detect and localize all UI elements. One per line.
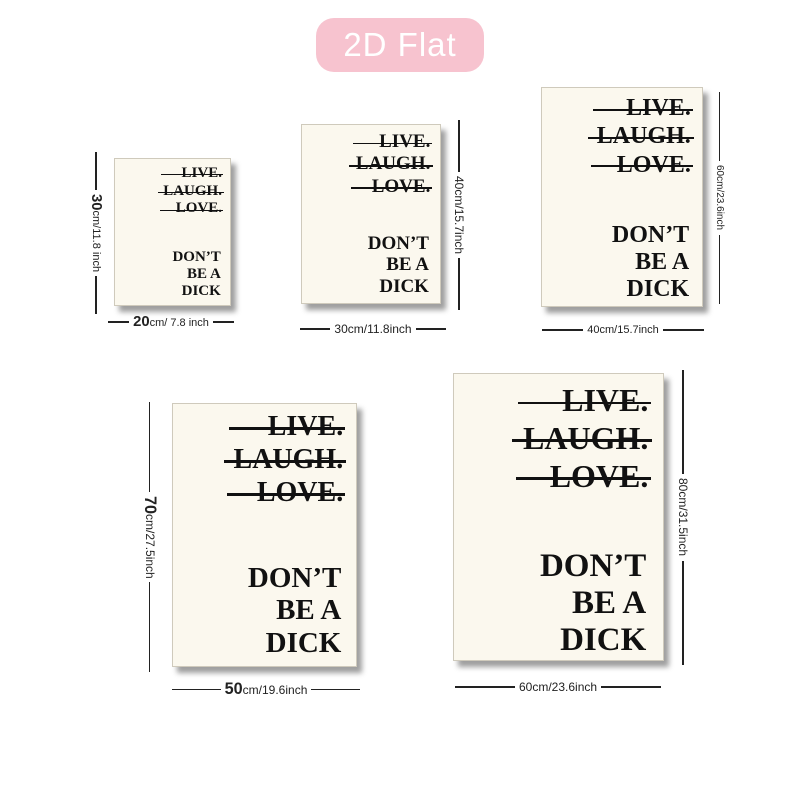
width-unit: cm/ <box>242 683 262 697</box>
tagline-line-3: DICK <box>265 626 342 659</box>
tagline-line-3: DICK <box>626 275 690 302</box>
height-inch-value: 15.7inch <box>452 208 466 255</box>
tagline-line-2: BE A <box>635 248 690 275</box>
strike-text: LIVE. LAUGH. LOVE. <box>157 165 224 218</box>
tagline-line-2: BE A <box>187 265 221 282</box>
strike-text: LIVE. LAUGH. LOVE. <box>223 410 347 509</box>
tagline: DON’T BE A DICK <box>172 249 220 299</box>
strike-line-love: LOVE. <box>159 200 223 218</box>
tagline: DON’T BE A DICK <box>248 562 341 659</box>
width-inch-value: 23.6inch <box>551 680 598 694</box>
poster-20x30: LIVE. LAUGH. LOVE. DON’T BE A DICK <box>114 158 231 306</box>
tagline: DON’T BE A DICK <box>540 548 646 659</box>
tagline-line-2: BE A <box>571 584 647 621</box>
height-cm-value: 40 <box>452 175 466 190</box>
width-dimension-40: 40cm/15.7inch <box>542 324 705 336</box>
tagline-line-1: DON’T <box>247 562 342 594</box>
poster-40x60: LIVE. LAUGH. LOVE. DON’T BE A DICK <box>541 87 703 307</box>
strike-line-laugh: LAUGH. <box>588 123 694 150</box>
width-cm-value: 50 <box>224 680 243 698</box>
height-dimension-80: 80cm/31.5inch <box>676 370 690 666</box>
strike-line-love: LOVE. <box>591 151 693 179</box>
width-dimension-50: 50cm/19.6inch <box>172 680 361 699</box>
width-dimension-20: 20cm/ 7.8 inch <box>108 314 234 330</box>
tagline-line-2: BE A <box>386 254 429 276</box>
poster-30x40: LIVE. LAUGH. LOVE. DON’T BE A DICK <box>301 124 441 304</box>
strike-line-laugh: LAUGH. <box>511 419 653 456</box>
height-cm-value: 60 <box>714 165 725 177</box>
height-unit: cm/ <box>452 189 466 209</box>
strike-line-love: LOVE. <box>351 176 433 198</box>
tagline: DON’T BE A DICK <box>368 233 429 297</box>
height-dimension-60: 60cm/23.6inch <box>714 92 725 305</box>
width-dimension-60: 60cm/23.6inch <box>455 680 662 694</box>
width-inch-value: 19.6inch <box>262 683 308 697</box>
strike-text: LIVE. LAUGH. LOVE. <box>349 131 434 198</box>
poster-60x80: LIVE. LAUGH. LOVE. DON’T BE A DICK <box>453 373 664 661</box>
strike-line-love: LOVE. <box>515 458 652 496</box>
height-cm-value: 70 <box>141 495 159 514</box>
width-dimension-30: 30cm/11.8inch <box>300 322 446 336</box>
width-unit: cm/ <box>347 322 368 336</box>
height-unit: cm/ <box>90 210 102 229</box>
height-dimension-30: 30cm/11.8 inch <box>88 152 104 315</box>
strike-line-live: LIVE. <box>160 165 223 183</box>
height-unit: cm/ <box>143 513 157 533</box>
strike-line-laugh: LAUGH. <box>223 444 347 476</box>
width-inch-value: 11.8inch <box>367 322 412 336</box>
width-unit: cm/ <box>599 324 618 336</box>
height-inch-value: 27.5inch <box>143 533 157 579</box>
format-badge: 2D Flat <box>316 18 484 72</box>
height-unit: cm/ <box>676 491 690 512</box>
width-cm-value: 20 <box>133 314 150 330</box>
height-dimension-70: 70cm/27.5inch <box>140 402 159 673</box>
width-cm-value: 30 <box>334 322 348 336</box>
strike-line-live: LIVE. <box>229 410 346 443</box>
tagline: DON’T BE A DICK <box>612 222 689 303</box>
tagline-line-1: DON’T <box>539 548 647 584</box>
strike-text: LIVE. LAUGH. LOVE. <box>588 94 694 179</box>
strike-line-live: LIVE. <box>352 131 433 153</box>
strike-line-love: LOVE. <box>226 476 346 509</box>
width-unit: cm/ <box>532 680 552 694</box>
tagline-line-1: DON’T <box>367 233 429 254</box>
width-inch-value: 7.8 inch <box>167 317 209 329</box>
tagline-line-3: DICK <box>379 275 429 297</box>
height-cm-value: 30 <box>88 193 104 211</box>
width-unit: cm/ <box>149 317 168 329</box>
height-inch-value: 31.5inch <box>676 511 690 557</box>
width-cm-value: 40 <box>587 324 600 336</box>
width-cm-value: 60 <box>518 680 533 694</box>
height-dimension-40: 40cm/15.7inch <box>452 120 466 311</box>
strike-line-live: LIVE. <box>518 382 652 420</box>
strike-text: LIVE. LAUGH. LOVE. <box>511 382 653 496</box>
height-unit: cm/ <box>714 176 725 193</box>
tagline-line-3: DICK <box>181 282 221 299</box>
tagline-line-3: DICK <box>560 621 647 658</box>
width-inch-value: 15.7inch <box>617 324 659 336</box>
height-inch-value: 11.8 inch <box>90 228 102 273</box>
strike-line-live: LIVE. <box>593 94 693 122</box>
strike-line-laugh: LAUGH. <box>157 182 224 199</box>
poster-50x70: LIVE. LAUGH. LOVE. DON’T BE A DICK <box>172 403 357 667</box>
height-inch-value: 23.6inch <box>714 192 725 231</box>
height-cm-value: 80 <box>676 478 690 492</box>
strike-line-laugh: LAUGH. <box>349 153 434 175</box>
tagline-line-1: DON’T <box>611 222 690 248</box>
tagline-line-1: DON’T <box>172 249 221 265</box>
tagline-line-2: BE A <box>276 594 342 627</box>
